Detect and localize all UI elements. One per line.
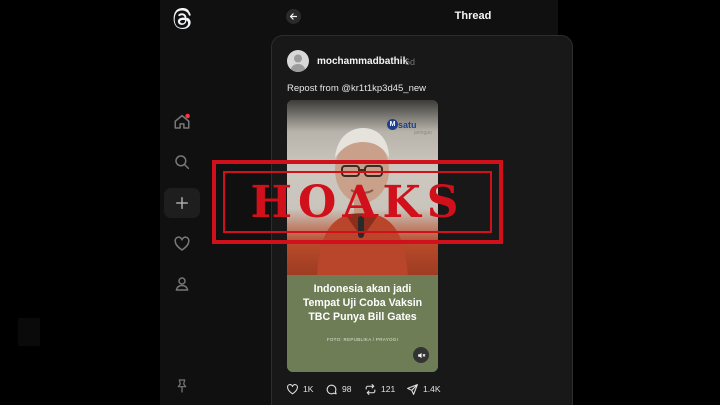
pin-icon[interactable]: [174, 378, 190, 394]
video-headline: Indonesia akan jadi Tempat Uji Coba Vaks…: [291, 283, 434, 324]
search-icon: [175, 155, 190, 170]
headline-line: TBC Punya Bill Gates: [308, 310, 417, 323]
like-button[interactable]: 1K: [286, 381, 313, 397]
post-time: 6d: [405, 57, 416, 67]
headline-line: Tempat Uji Coba Vaksin: [302, 296, 423, 309]
repost-button[interactable]: 121: [364, 381, 395, 397]
speaker-muted-icon: [417, 352, 425, 358]
headline-line: Indonesia akan jadi: [313, 283, 412, 295]
background-shape: [18, 318, 40, 346]
profile-icon: [175, 277, 189, 291]
avatar[interactable]: [287, 50, 309, 72]
share-count: 1.4K: [423, 384, 441, 394]
screen: Thread mochammadbathik 6d Repost from @k…: [0, 0, 720, 405]
post-actions: 1K 98 121 1.4K: [286, 381, 466, 397]
repost-count: 121: [381, 384, 396, 394]
nav-home[interactable]: [164, 107, 200, 137]
hoax-stamp: HOAKS: [212, 160, 503, 244]
right-blank-area: [558, 0, 720, 405]
page-title: Thread: [454, 10, 492, 22]
nav-activity[interactable]: [164, 229, 200, 259]
arrow-left-icon: [289, 13, 298, 20]
heart-icon: [174, 236, 190, 251]
comment-count: 98: [342, 384, 352, 394]
photo-credit: FOTO: REPUBLIKA / PRAYOGI: [326, 337, 399, 342]
repost-icon: [365, 383, 376, 395]
create-icon: [176, 197, 188, 209]
brand-logo-icon: M: [387, 119, 398, 130]
heart-icon: [287, 383, 298, 394]
comment-button[interactable]: 98: [325, 381, 351, 397]
stamp-text: HOAKS: [250, 176, 465, 228]
nav-create[interactable]: [164, 188, 200, 218]
comment-icon: [326, 384, 337, 394]
home-icon: [174, 113, 190, 129]
share-button[interactable]: 1.4K: [406, 381, 441, 397]
post-text: Repost from @kr1t1kp3d45_new: [287, 83, 427, 94]
send-icon: [407, 383, 418, 395]
username[interactable]: mochammadbathik: [317, 56, 408, 67]
like-count: 1K: [303, 384, 314, 394]
nav-profile[interactable]: [164, 269, 200, 299]
nav-search[interactable]: [164, 147, 200, 177]
threads-logo-icon[interactable]: [170, 7, 194, 31]
mute-button[interactable]: [413, 347, 429, 363]
brand-name: satu: [398, 120, 417, 130]
video-caption-panel: Indonesia akan jadi Tempat Uji Coba Vaks…: [287, 275, 438, 372]
back-button[interactable]: [286, 9, 301, 24]
brand-subtitle: jaringan: [414, 130, 432, 136]
